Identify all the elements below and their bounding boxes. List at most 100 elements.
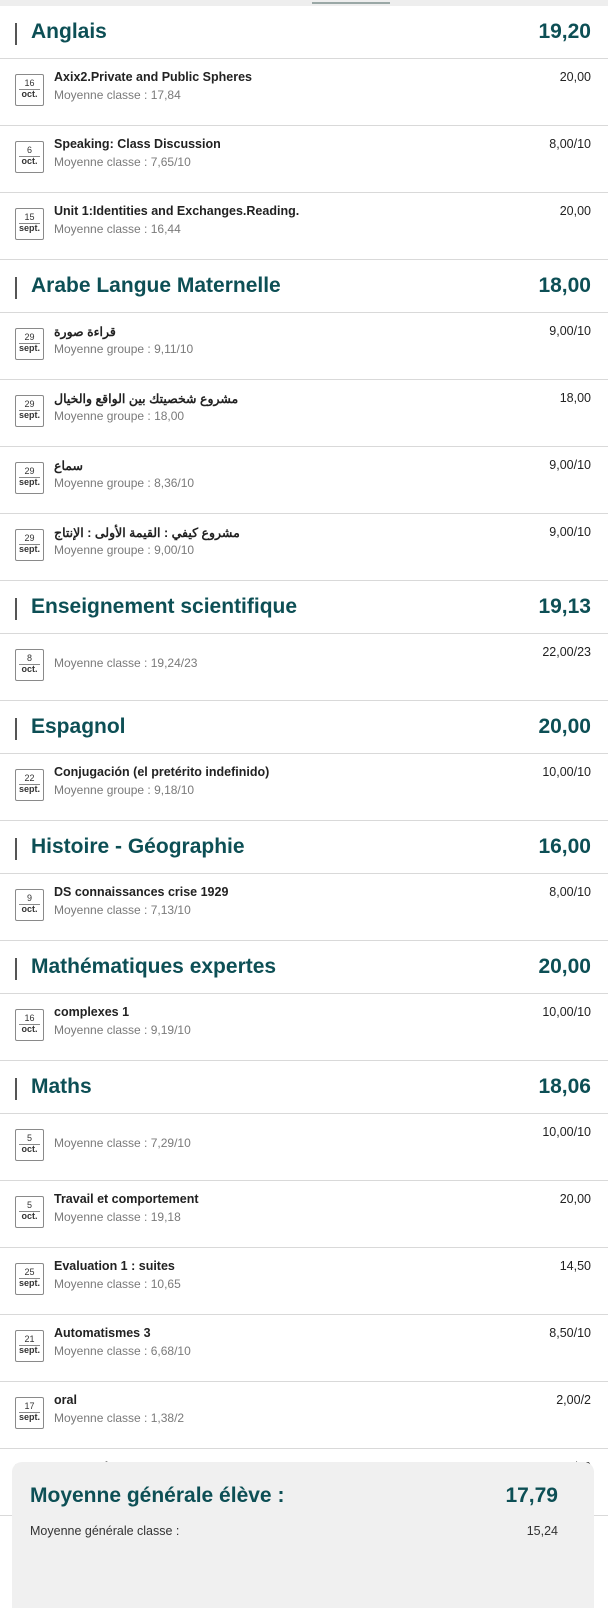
grade-row[interactable]: 21 sept. Automatismes 3 Moyenne classe : 6,…	[0, 1315, 608, 1382]
date-day: 5	[26, 1200, 32, 1210]
date-month: sept.	[18, 223, 40, 233]
grade-value: 8,00/10	[549, 137, 591, 151]
grade-row[interactable]: 22 sept. Conjugación (el pretérito indefin…	[0, 754, 608, 821]
date-day: 21	[24, 1334, 35, 1344]
date-month: oct.	[21, 89, 38, 99]
grade-title: Travail et comportement	[54, 1192, 199, 1206]
subject-header[interactable]: Maths 18,06	[0, 1061, 608, 1114]
grade-title: Automatismes 3	[54, 1326, 151, 1340]
scroll-handle[interactable]	[312, 2, 390, 4]
grade-row[interactable]: 29 sept. مشروع كيفي : القيمة الأولى : الإن…	[0, 514, 608, 581]
subject-header[interactable]: Mathématiques expertes 20,00	[0, 941, 608, 994]
date-day: 15	[24, 212, 35, 222]
subject-average: 18,06	[538, 1075, 591, 1098]
subject-header[interactable]: Espagnol 20,00	[0, 701, 608, 754]
grade-class-average: Moyenne groupe : 18,00	[54, 409, 185, 423]
subject-bar	[15, 838, 17, 860]
class-average-label: Moyenne générale classe :	[30, 1524, 180, 1538]
grade-class-average: Moyenne classe : 9,19/10	[54, 1023, 191, 1037]
general-average-panel: Moyenne générale élève : 17,79 Moyenne g…	[12, 1462, 594, 1608]
subject-average: 19,13	[538, 595, 591, 618]
subject-average: 19,20	[538, 20, 591, 43]
date-month: oct.	[21, 1024, 38, 1034]
subject-bar	[15, 958, 17, 980]
grade-row[interactable]: 25 sept. Evaluation 1 : suites Moyenne clas…	[0, 1248, 608, 1315]
grade-title: Unit 1:Identities and Exchanges.Reading.	[54, 204, 300, 218]
student-average-label: Moyenne générale élève :	[30, 1484, 285, 1507]
subject-name: Enseignement scientifique	[31, 595, 298, 618]
date-badge: 15 sept.	[15, 208, 44, 240]
date-month: oct.	[21, 1211, 38, 1221]
grade-row[interactable]: 16 oct. complexes 1 Moyenne classe : 9,19/1…	[0, 994, 608, 1061]
grade-row[interactable]: 17 sept. oral Moyenne classe : 1,38/2 2,00/2	[0, 1382, 608, 1449]
grade-row[interactable]: 29 sept. قراءة صورة Moyenne groupe : 9,11/1…	[0, 313, 608, 380]
grade-value: 18,00	[559, 391, 591, 405]
grade-class-average: Moyenne groupe : 8,36/10	[54, 476, 195, 490]
date-badge: 25 sept.	[15, 1263, 44, 1295]
grade-value: 8,50/10	[549, 1326, 591, 1340]
class-average-value: 15,24	[526, 1524, 558, 1538]
date-badge: 29 sept.	[15, 395, 44, 427]
date-month: sept.	[18, 477, 40, 487]
grade-value: 14,50	[559, 1259, 591, 1273]
grade-title: Speaking: Class Discussion	[54, 137, 221, 151]
grade-row[interactable]: 29 sept. سماع Moyenne groupe : 8,36/10 9,00/…	[0, 447, 608, 514]
date-separator	[19, 544, 40, 545]
subject-header[interactable]: Arabe Langue Maternelle 18,00	[0, 260, 608, 313]
grade-row[interactable]: 5 oct. Moyenne classe : 7,29/10 10,00/10	[0, 1114, 608, 1181]
date-badge: 29 sept.	[15, 328, 44, 360]
date-month: sept.	[18, 410, 40, 420]
grade-class-average: Moyenne classe : 17,84	[54, 88, 181, 102]
subject-name: Maths	[31, 1075, 92, 1098]
grade-row[interactable]: 16 oct. Axix2.Private and Public Spheres Mo…	[0, 59, 608, 126]
grade-class-average: Moyenne classe : 10,65	[54, 1277, 181, 1291]
grade-class-average: Moyenne classe : 19,24/23	[54, 656, 198, 670]
grade-row[interactable]: 9 oct. DS connaissances crise 1929 Moyenne …	[0, 874, 608, 941]
grade-title: مشروع شخصيتك بين الواقع والخيال	[54, 392, 239, 406]
grade-row[interactable]: 15 sept. Unit 1:Identities and Exchanges.R…	[0, 193, 608, 260]
grade-row[interactable]: 29 sept. مشروع شخصيتك بين الواقع والخيال Mo…	[0, 380, 608, 447]
date-badge: 8 oct.	[15, 649, 44, 681]
grade-class-average: Moyenne classe : 7,65/10	[54, 155, 191, 169]
grade-row[interactable]: 6 oct. Speaking: Class Discussion Moyenne c…	[0, 126, 608, 193]
date-badge: 21 sept.	[15, 1330, 44, 1362]
date-badge: 29 sept.	[15, 462, 44, 494]
date-badge: 5 oct.	[15, 1129, 44, 1161]
subject-name: Mathématiques expertes	[31, 955, 277, 978]
grade-value: 22,00/23	[542, 645, 591, 659]
date-badge: 22 sept.	[15, 769, 44, 801]
date-month: oct.	[21, 904, 38, 914]
date-day: 29	[24, 332, 35, 342]
grade-value: 8,00/10	[549, 885, 591, 899]
subject-bar	[15, 598, 17, 620]
subject-name: Espagnol	[31, 715, 126, 738]
subject-header[interactable]: Histoire - Géographie 16,00	[0, 821, 608, 874]
date-month: oct.	[21, 156, 38, 166]
date-month: oct.	[21, 664, 38, 674]
date-badge: 16 oct.	[15, 1009, 44, 1041]
date-badge: 5 oct.	[15, 1196, 44, 1228]
grade-class-average: Moyenne groupe : 9,18/10	[54, 783, 195, 797]
date-separator	[19, 1345, 40, 1346]
grade-class-average: Moyenne classe : 19,18	[54, 1210, 181, 1224]
grade-row[interactable]: 8 oct. Moyenne classe : 19,24/23 22,00/23	[0, 634, 608, 701]
subject-header[interactable]: Anglais 19,20	[0, 6, 608, 59]
date-day: 16	[24, 78, 35, 88]
grade-title: قراءة صورة	[54, 325, 116, 339]
grade-title: مشروع كيفي : القيمة الأولى : الإنتاج	[54, 526, 240, 540]
date-separator	[19, 156, 40, 157]
grade-value: 10,00/10	[542, 1005, 591, 1019]
grade-row[interactable]: 5 oct. Travail et comportement Moyenne clas…	[0, 1181, 608, 1248]
subject-header[interactable]: Enseignement scientifique 19,13	[0, 581, 608, 634]
date-day: 25	[24, 1267, 35, 1277]
date-badge: 16 oct.	[15, 74, 44, 106]
grades-list[interactable]: Anglais 19,20 16 oct. Axix2.Private and Publ…	[0, 6, 608, 1516]
date-month: sept.	[18, 343, 40, 353]
grade-value: 9,00/10	[549, 525, 591, 539]
date-separator	[19, 223, 40, 224]
date-separator	[19, 477, 40, 478]
date-badge: 29 sept.	[15, 529, 44, 561]
subject-average: 20,00	[538, 955, 591, 978]
grade-class-average: Moyenne classe : 16,44	[54, 222, 181, 236]
grade-class-average: Moyenne classe : 7,29/10	[54, 1136, 191, 1150]
